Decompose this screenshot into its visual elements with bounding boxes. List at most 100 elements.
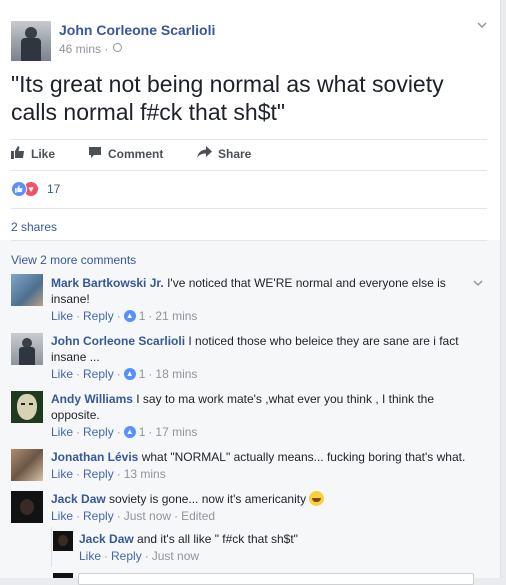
comment-bubble-icon <box>88 146 102 162</box>
separator: · <box>116 425 121 439</box>
separator: · <box>148 367 153 381</box>
comment-text: what "NORMAL" actually means... fucking … <box>141 450 466 464</box>
separator: · <box>76 509 81 523</box>
post-time[interactable]: 46 mins <box>59 42 101 56</box>
reply-time[interactable]: Just now <box>152 549 199 563</box>
divider <box>11 208 487 209</box>
comment-meta: Like · Reply · 13 mins <box>51 467 166 481</box>
comment-text: I say to ma work mate's ,what ever you t… <box>136 392 435 406</box>
globe-icon <box>113 43 122 52</box>
author-avatar[interactable] <box>11 21 51 61</box>
time-separator: · <box>104 42 109 56</box>
comment-body: John Corleone Scarlioli I noticed those … <box>51 333 481 365</box>
comment-author[interactable]: Jack Daw <box>51 492 106 506</box>
comment-button[interactable]: Comment <box>88 146 163 162</box>
comment-text: I noticed those who beleice they are san… <box>188 334 459 348</box>
post-author[interactable]: John Corleone Scarlioli <box>59 22 215 38</box>
comment-reply-button[interactable]: Reply <box>83 425 114 439</box>
like-badge-icon: ▲ <box>123 368 136 380</box>
comment-reply-button[interactable]: Reply <box>83 367 114 381</box>
comment-author[interactable]: Jonathan Lévis <box>51 450 138 464</box>
grinning-face-emoji-icon <box>309 491 325 506</box>
comment-body: Andy Williams I say to ma work mate's ,w… <box>51 391 481 423</box>
reply-body: Jack Daw and it's all like " f#ck that s… <box>79 531 479 547</box>
post-text: "Its great not being normal as what sovi… <box>11 71 444 125</box>
comment-meta: Like · Reply · ▲ 1 · 18 mins <box>51 367 197 381</box>
comment-avatar[interactable] <box>11 449 43 481</box>
reaction-count[interactable]: 17 <box>47 182 60 196</box>
comment-author[interactable]: Andy Williams <box>51 392 133 406</box>
reply-author[interactable]: Jack Daw <box>79 532 134 546</box>
comment-reply-button[interactable]: Reply <box>83 467 114 481</box>
separator: · <box>144 549 149 563</box>
comment-text-continued: insane ... <box>51 350 100 364</box>
chevron-down-icon[interactable] <box>476 18 488 34</box>
like-button[interactable]: Like <box>11 146 55 162</box>
comment-author[interactable]: John Corleone Scarlioli <box>51 334 185 348</box>
separator: · <box>174 509 179 523</box>
edited-label[interactable]: Edited <box>181 509 215 523</box>
comment-author[interactable]: Mark Bartkowski Jr. <box>51 276 164 290</box>
comment-time[interactable]: 13 mins <box>124 467 166 481</box>
comment-avatar[interactable] <box>11 391 43 423</box>
thumbs-up-icon <box>11 146 25 162</box>
separator: · <box>76 309 81 323</box>
separator: · <box>76 467 81 481</box>
comment-like-button[interactable]: Like <box>51 467 73 481</box>
separator: · <box>76 367 81 381</box>
share-button[interactable]: Share <box>197 146 251 161</box>
comment-like-button[interactable]: Like <box>51 367 73 381</box>
separator: · <box>116 509 121 523</box>
reply-avatar[interactable] <box>53 531 73 551</box>
comment-meta: Like · Reply · ▲ 1 · 17 mins <box>51 425 197 439</box>
comment-avatar[interactable] <box>11 274 43 306</box>
shares-link[interactable]: 2 shares <box>11 220 57 234</box>
comment-time[interactable]: 17 mins <box>155 425 197 439</box>
separator: · <box>76 425 81 439</box>
comment-like-button[interactable]: Like <box>51 425 73 439</box>
post-card: John Corleone Scarlioli 46 mins · "Its g… <box>0 0 501 585</box>
comment-time[interactable]: 21 mins <box>155 309 197 323</box>
reply-meta: Like · Reply · Just now <box>79 549 199 563</box>
comment-label: Comment <box>108 147 164 161</box>
share-arrow-icon <box>197 146 212 161</box>
separator: · <box>116 367 121 381</box>
like-reaction-icon <box>11 181 27 197</box>
like-badge-icon: ▲ <box>123 426 136 438</box>
separator: · <box>116 309 121 323</box>
comment-text-continued: insane! <box>51 292 90 306</box>
like-badge-icon: ▲ <box>123 310 136 322</box>
chevron-down-icon[interactable] <box>472 276 484 292</box>
reply-reply-button[interactable]: Reply <box>111 549 142 563</box>
comment-text-continued: opposite. <box>51 408 100 422</box>
reply-text: and it's all like " f#ck that sh$t" <box>137 532 298 546</box>
comment-like-count[interactable]: 1 <box>139 309 146 323</box>
share-label: Share <box>218 146 252 161</box>
comment-meta: Like · Reply · ▲ 1 · 21 mins <box>51 309 197 323</box>
comment-time[interactable]: Just now <box>124 509 171 523</box>
comment-reply-button[interactable]: Reply <box>83 509 114 523</box>
view-more-comments-link[interactable]: View 2 more comments <box>11 253 136 267</box>
comment-meta: Like · Reply · Just now · Edited <box>51 509 215 523</box>
reply-like-button[interactable]: Like <box>79 549 101 563</box>
post-timestamp[interactable]: 46 mins · <box>59 42 108 56</box>
separator: · <box>104 549 109 563</box>
composer-avatar <box>53 573 73 578</box>
comment-body: Jonathan Lévis what "NORMAL" actually me… <box>51 449 491 465</box>
comment-avatar[interactable] <box>11 333 43 365</box>
divider <box>11 139 487 140</box>
reply-thread-line <box>51 527 52 567</box>
comment-time[interactable]: 18 mins <box>155 367 197 381</box>
comment-reply-button[interactable]: Reply <box>83 309 114 323</box>
comment-text: I've noticed that WE'RE normal and every… <box>167 276 446 290</box>
separator: · <box>148 425 153 439</box>
comment-like-button[interactable]: Like <box>51 309 73 323</box>
separator: · <box>116 467 121 481</box>
comment-like-count[interactable]: 1 <box>139 425 146 439</box>
comment-like-count[interactable]: 1 <box>139 367 146 381</box>
reply-input[interactable] <box>78 573 474 585</box>
comment-body: Mark Bartkowski Jr. I've noticed that WE… <box>51 275 481 307</box>
comment-avatar[interactable] <box>11 491 43 523</box>
comment-like-button[interactable]: Like <box>51 509 73 523</box>
comment-text: soviety is gone... now it's americanity <box>109 492 307 506</box>
